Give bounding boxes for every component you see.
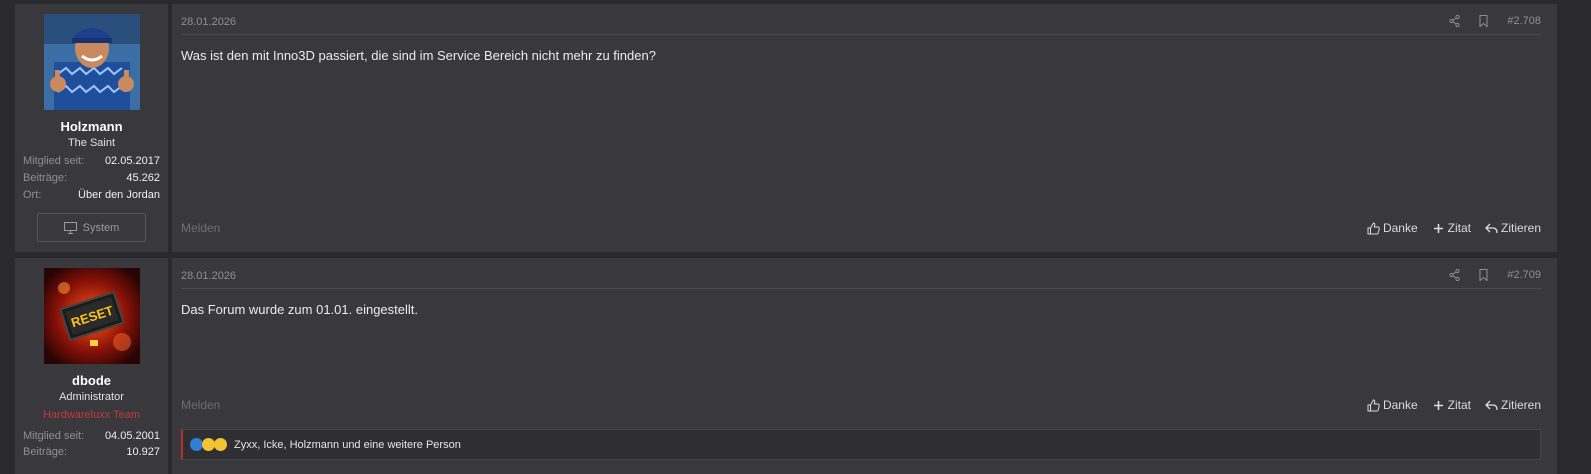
add-quote-label: Zitat <box>1447 221 1471 235</box>
reply-icon <box>1485 400 1498 410</box>
avatar-image <box>44 14 140 110</box>
user-stat-posts: Beiträge: 10.927 <box>23 446 160 458</box>
user-pane: Holzmann The Saint Mitglied seit: 02.05.… <box>15 4 168 252</box>
user-stat-joined: Mitglied seit: 04.05.2001 <box>23 430 160 442</box>
reactions-text[interactable]: Zyxx, Icke, Holzmann und eine weitere Pe… <box>234 439 461 451</box>
thumbs-up-icon <box>1367 398 1380 412</box>
add-quote-button[interactable]: Zitat <box>1432 221 1471 235</box>
user-pane: RESET dbode Administrator Hardwareluxx T… <box>15 258 168 474</box>
user-stat-location: Ort: Über den Jordan <box>23 189 160 201</box>
confused-icon <box>214 438 227 451</box>
quote-label: Zitieren <box>1500 221 1541 235</box>
user-title: Administrator <box>59 391 124 403</box>
report-link[interactable]: Melden <box>181 398 220 412</box>
stat-value: Über den Jordan <box>78 189 160 201</box>
user-banner: Hardwareluxx Team <box>42 409 140 421</box>
header-divider <box>181 288 1541 289</box>
monitor-icon <box>63 221 77 234</box>
add-quote-label: Zitat <box>1447 398 1471 412</box>
post-actions: Danke Zitat Zitieren <box>1367 398 1541 412</box>
quote-button[interactable]: Zitieren <box>1485 398 1541 412</box>
share-icon[interactable] <box>1449 15 1460 27</box>
post-header-actions: #2.708 <box>1449 15 1541 27</box>
stat-label: Mitglied seit: <box>23 430 85 442</box>
report-link[interactable]: Melden <box>181 221 220 235</box>
post-actions: Danke Zitat Zitieren <box>1367 221 1541 235</box>
avatar-image: RESET <box>44 268 140 364</box>
stat-value: 45.262 <box>126 172 160 184</box>
bookmark-icon[interactable] <box>1478 15 1489 27</box>
stat-value: 04.05.2001 <box>104 430 160 442</box>
avatar[interactable]: RESET <box>44 268 140 364</box>
username[interactable]: Holzmann <box>15 119 168 134</box>
post-header-actions: #2.709 <box>1449 269 1541 281</box>
post: Holzmann The Saint Mitglied seit: 02.05.… <box>15 4 1557 252</box>
post-number[interactable]: #2.709 <box>1507 269 1541 281</box>
avatar[interactable] <box>44 14 140 110</box>
thanks-label: Danke <box>1382 398 1418 412</box>
message-pane: 28.01.2026 #2.708 Was ist den mit Inno3D… <box>172 4 1557 252</box>
quote-button[interactable]: Zitieren <box>1485 221 1541 235</box>
post-body: Was ist den mit Inno3D passiert, die sin… <box>181 48 656 63</box>
stat-value: 10.927 <box>126 446 160 458</box>
username[interactable]: dbode <box>15 373 168 388</box>
share-icon[interactable] <box>1449 269 1460 281</box>
add-quote-button[interactable]: Zitat <box>1432 398 1471 412</box>
reply-icon <box>1485 223 1498 233</box>
message-pane: 28.01.2026 #2.709 Das Forum wurde zum 01… <box>172 258 1557 474</box>
post-body: Das Forum wurde zum 01.01. eingestellt. <box>181 302 418 317</box>
thanks-button[interactable]: Danke <box>1367 221 1418 235</box>
thanks-button[interactable]: Danke <box>1367 398 1418 412</box>
user-title: The Saint <box>67 137 116 149</box>
plus-icon <box>1433 223 1443 233</box>
system-button[interactable]: System <box>37 213 146 242</box>
stat-label: Beiträge: <box>23 172 68 184</box>
system-button-label: System <box>82 221 120 234</box>
stat-value: 02.05.2017 <box>104 155 160 167</box>
thanks-label: Danke <box>1382 221 1418 235</box>
stat-label: Beiträge: <box>23 446 68 458</box>
post-number[interactable]: #2.708 <box>1507 15 1541 27</box>
post-date[interactable]: 28.01.2026 <box>181 16 236 28</box>
reaction-icons <box>190 438 227 451</box>
header-divider <box>181 34 1541 35</box>
post-date[interactable]: 28.01.2026 <box>181 270 236 282</box>
stat-label: Ort: <box>23 189 42 201</box>
reactions-bar[interactable]: Zyxx, Icke, Holzmann und eine weitere Pe… <box>181 429 1541 460</box>
plus-icon <box>1433 400 1443 410</box>
stat-label: Mitglied seit: <box>23 155 85 167</box>
user-stat-posts: Beiträge: 45.262 <box>23 172 160 184</box>
quote-label: Zitieren <box>1500 398 1541 412</box>
thumbs-up-icon <box>1367 221 1380 235</box>
post: RESET dbode Administrator Hardwareluxx T… <box>15 258 1557 474</box>
bookmark-icon[interactable] <box>1478 269 1489 281</box>
user-stat-joined: Mitglied seit: 02.05.2017 <box>23 155 160 167</box>
